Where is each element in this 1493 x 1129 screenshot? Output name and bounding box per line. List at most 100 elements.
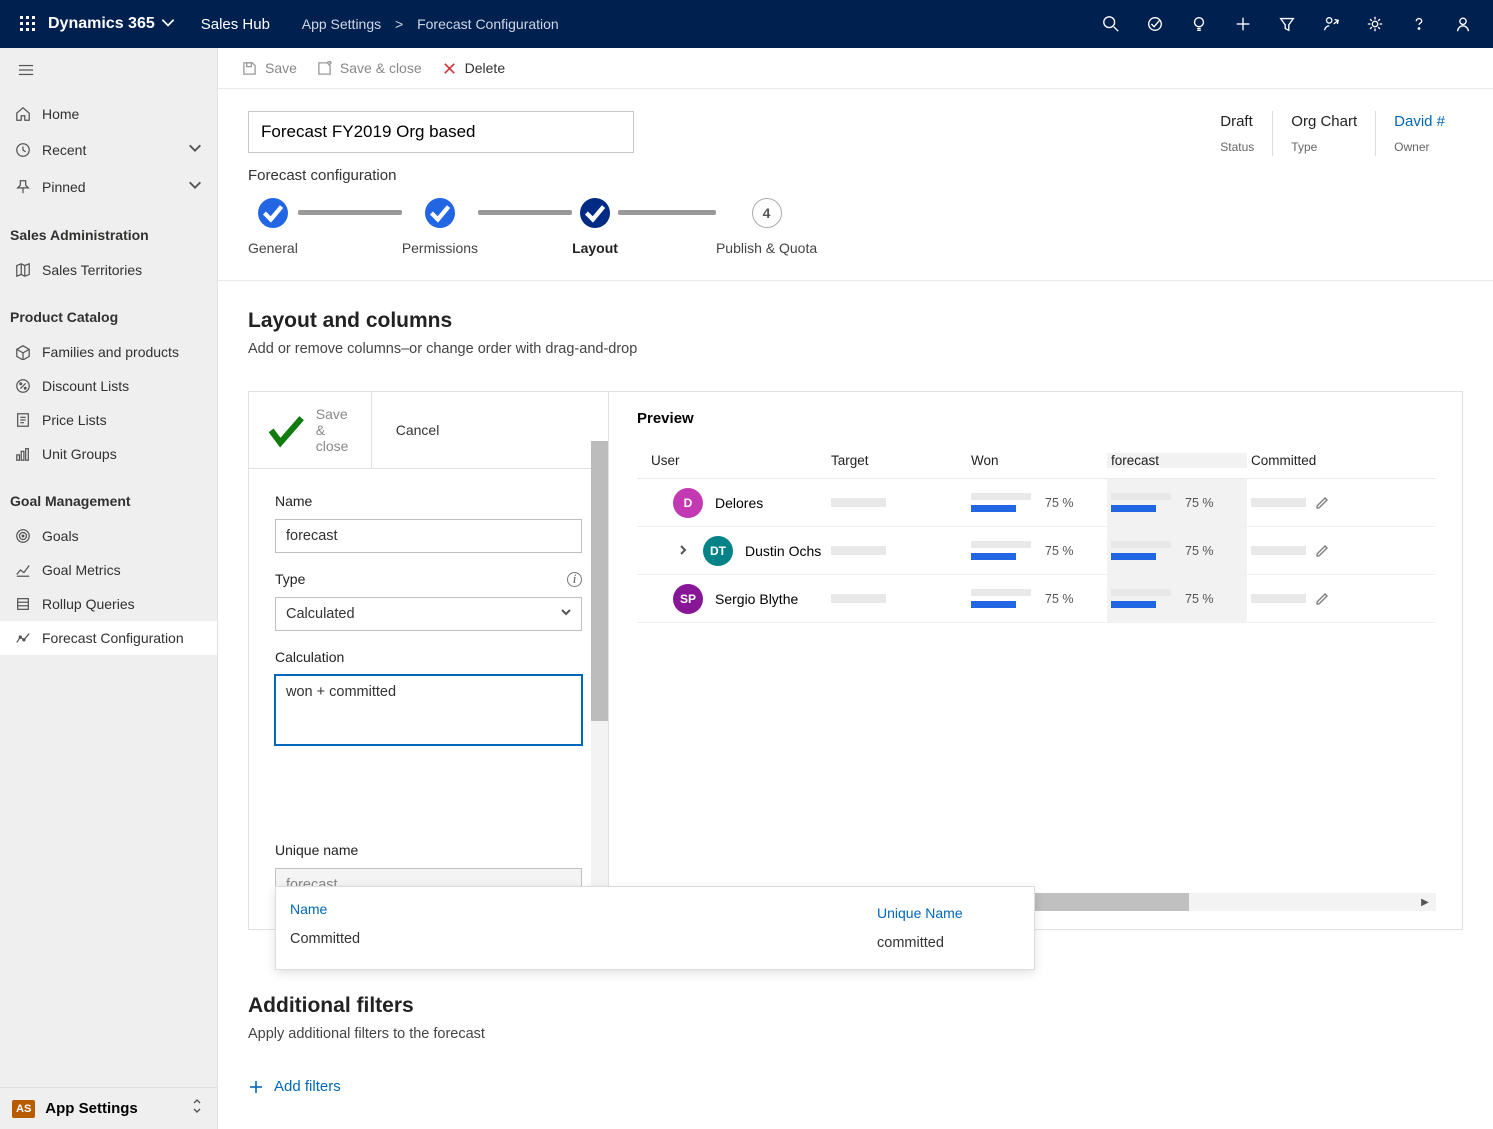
form-action-row: Save & close Cancel bbox=[249, 392, 608, 469]
breadcrumb-app[interactable]: Sales Hub bbox=[201, 16, 270, 33]
step-publish[interactable]: 4 Publish & Quota bbox=[716, 198, 817, 256]
save-icon bbox=[242, 61, 257, 76]
target-icon bbox=[1146, 15, 1164, 33]
nav-goals[interactable]: Goals bbox=[0, 519, 217, 553]
pencil-icon[interactable] bbox=[1314, 591, 1330, 607]
chevron-right-icon[interactable] bbox=[677, 544, 689, 556]
user-cell: D Delores bbox=[637, 488, 827, 518]
form-save-close-button[interactable]: Save & close bbox=[249, 392, 371, 468]
form-scrollbar-thumb[interactable] bbox=[591, 441, 608, 721]
check-icon bbox=[425, 198, 455, 228]
target-icon bbox=[15, 528, 31, 544]
nav-toggle-button[interactable] bbox=[0, 48, 217, 97]
meta-status: Draft Status bbox=[1202, 111, 1272, 156]
area-label: App Settings bbox=[45, 1100, 138, 1117]
nav-rollup[interactable]: Rollup Queries bbox=[0, 587, 217, 621]
nav-goal-metrics[interactable]: Goal Metrics bbox=[0, 553, 217, 587]
nav-pinned[interactable]: Pinned bbox=[0, 168, 217, 205]
record-title-input[interactable] bbox=[248, 111, 634, 153]
step-permissions[interactable]: Permissions bbox=[402, 198, 478, 256]
insights-button[interactable] bbox=[1177, 0, 1221, 48]
scroll-right-button[interactable]: ▶ bbox=[1416, 893, 1434, 911]
account-button[interactable] bbox=[1441, 0, 1485, 48]
col-committed[interactable]: Committed bbox=[1247, 453, 1387, 468]
breadcrumb-level1[interactable]: App Settings bbox=[302, 16, 381, 32]
table-row[interactable]: DT Dustin Ochs 75 % 75 % bbox=[637, 527, 1436, 575]
nav-area-switcher[interactable]: AS App Settings bbox=[0, 1087, 217, 1129]
metric-cell bbox=[827, 546, 967, 555]
add-button[interactable] bbox=[1221, 0, 1265, 48]
layout-section-header: Layout and columns Add or remove columns… bbox=[218, 281, 1493, 367]
left-nav: Home Recent Pinned Sales Administration … bbox=[0, 48, 218, 1129]
brand-chevron[interactable] bbox=[159, 13, 177, 36]
delete-button[interactable]: Delete bbox=[442, 60, 505, 76]
col-user[interactable]: User bbox=[637, 453, 827, 468]
step-connector bbox=[618, 210, 716, 215]
table-row[interactable]: SP Sergio Blythe 75 % 75 % bbox=[637, 575, 1436, 623]
column-editor: Save & close Cancel Name Type i bbox=[248, 391, 1463, 930]
add-filters-button[interactable]: Add filters bbox=[248, 1078, 1463, 1095]
person-arrow-icon bbox=[1322, 15, 1340, 33]
check-icon bbox=[580, 198, 610, 228]
name-input[interactable] bbox=[275, 519, 582, 553]
step-connector bbox=[298, 210, 402, 215]
pencil-icon[interactable] bbox=[1314, 495, 1330, 511]
map-icon bbox=[15, 262, 31, 278]
task-button[interactable] bbox=[1133, 0, 1177, 48]
avatar: SP bbox=[673, 584, 703, 614]
suggest-header-name: Name bbox=[290, 901, 835, 917]
form-cancel-button[interactable]: Cancel bbox=[371, 392, 456, 468]
preview-title: Preview bbox=[637, 410, 1436, 427]
pencil-icon[interactable] bbox=[1314, 543, 1330, 559]
app-topbar: Dynamics 365 Sales Hub App Settings > Fo… bbox=[0, 0, 1493, 48]
nav-label: Forecast Configuration bbox=[42, 630, 184, 646]
meta-owner[interactable]: David # Owner bbox=[1375, 111, 1463, 156]
autocomplete-popup[interactable]: Name Committed Unique Name committed bbox=[275, 886, 1035, 970]
metric-cell bbox=[1247, 543, 1387, 559]
nav-pricelists[interactable]: Price Lists bbox=[0, 403, 217, 437]
package-icon bbox=[15, 344, 31, 360]
table-row[interactable]: D Delores 75 % 75 % bbox=[637, 479, 1436, 527]
nav-forecast-config[interactable]: Forecast Configuration bbox=[0, 621, 217, 655]
uniq-label: Unique name bbox=[275, 842, 582, 858]
suggest-row-name[interactable]: Committed bbox=[290, 931, 835, 947]
check-icon bbox=[265, 409, 308, 452]
app-launcher-button[interactable] bbox=[8, 0, 48, 48]
wizard-stepper: General Permissions Layout 4 Publish & Q… bbox=[218, 190, 1493, 281]
nav-label: Home bbox=[42, 106, 79, 122]
metric-cell: 75 % bbox=[1107, 479, 1247, 526]
preview-panel: Preview User Target Won forecast Committ… bbox=[609, 392, 1462, 929]
col-target[interactable]: Target bbox=[827, 453, 967, 468]
home-icon bbox=[15, 106, 31, 122]
step-general[interactable]: General bbox=[248, 198, 298, 256]
save-close-button[interactable]: Save & close bbox=[317, 60, 422, 76]
nav-families[interactable]: Families and products bbox=[0, 335, 217, 369]
col-forecast[interactable]: forecast bbox=[1107, 453, 1247, 468]
nav-unitgroups[interactable]: Unit Groups bbox=[0, 437, 217, 471]
help-button[interactable] bbox=[1397, 0, 1441, 48]
nav-discount[interactable]: Discount Lists bbox=[0, 369, 217, 403]
breadcrumb-level2[interactable]: Forecast Configuration bbox=[417, 16, 559, 32]
nav-recent[interactable]: Recent bbox=[0, 131, 217, 168]
brand-label[interactable]: Dynamics 365 bbox=[48, 15, 155, 33]
nav-home[interactable]: Home bbox=[0, 97, 217, 131]
settings-button[interactable] bbox=[1353, 0, 1397, 48]
pin-icon bbox=[15, 179, 31, 195]
suggest-row-unique[interactable]: committed bbox=[877, 935, 1008, 951]
filter-button[interactable] bbox=[1265, 0, 1309, 48]
nav-sales-territories[interactable]: Sales Territories bbox=[0, 253, 217, 287]
main-content: Save Save & close Delete Forecast config… bbox=[218, 48, 1493, 1129]
col-won[interactable]: Won bbox=[967, 453, 1107, 468]
share-button[interactable] bbox=[1309, 0, 1353, 48]
step-layout[interactable]: Layout bbox=[572, 198, 618, 256]
save-button[interactable]: Save bbox=[242, 60, 297, 76]
search-button[interactable] bbox=[1089, 0, 1133, 48]
preview-header: User Target Won forecast Committed bbox=[637, 447, 1436, 479]
nav-section-product-catalog: Product Catalog bbox=[0, 287, 217, 335]
info-icon[interactable]: i bbox=[567, 572, 582, 587]
type-select[interactable]: Calculated bbox=[275, 597, 582, 631]
column-form: Name Type i Calculated Calculation won +… bbox=[249, 469, 608, 928]
nav-label: Discount Lists bbox=[42, 378, 129, 394]
user-name: Delores bbox=[715, 495, 763, 511]
calculation-input[interactable]: won + committed bbox=[275, 675, 582, 745]
